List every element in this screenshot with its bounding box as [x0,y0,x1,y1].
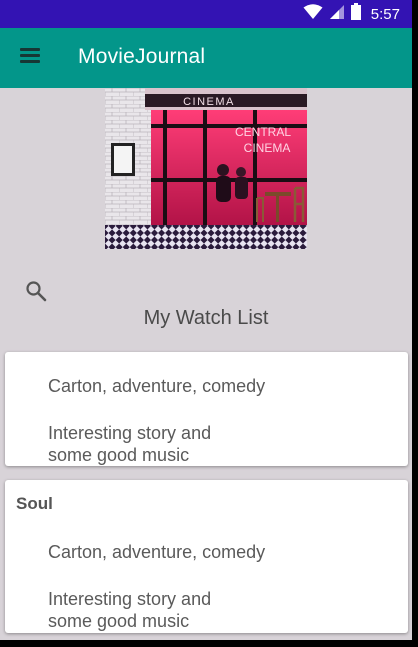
cinema-storefront-photo: CINEMA CENTRAL CINEMA [105,88,307,249]
movie-title: Soul [16,494,53,513]
movie-note-line: Interesting story and [48,589,212,609]
watch-list-title: My Watch List [143,307,269,329]
movie-genre: Carton, adventure, comedy [48,376,266,396]
movie-note: Interesting story and some good music [48,588,268,632]
movie-note-line: some good music [48,445,190,465]
hero-sign-central: CENTRAL [235,125,291,139]
hero-sign-cinema-top: CINEMA [183,96,235,108]
movie-card[interactable]: Soul Carton, adventure, comedy Interesti… [5,480,408,633]
signal-icon [329,4,345,25]
hero-sign-cinema-neon: CINEMA [244,141,291,155]
movie-note: Interesting story and some good music [48,422,268,466]
movie-genre: Carton, adventure, comedy [48,542,266,562]
wifi-icon [303,3,323,25]
status-bar: 5:57 [0,0,412,28]
cinema-image: CINEMA CENTRAL CINEMA [105,88,307,249]
battery-icon [350,3,361,25]
movie-note-line: Interesting story and [48,423,212,443]
search-icon[interactable] [25,280,47,302]
status-time: 5:57 [370,5,400,23]
app-bar: MovieJournal [0,28,412,88]
status-icons: 5:57 [303,0,400,28]
movie-card[interactable]: Carton, adventure, comedy Interesting st… [5,352,408,466]
app-screen: 5:57 MovieJournal CINEMA CENTRAL CINEMA … [0,0,412,640]
app-title: MovieJournal [78,45,206,68]
menu-icon[interactable] [20,48,42,66]
movie-note-line: some good music [48,611,190,631]
